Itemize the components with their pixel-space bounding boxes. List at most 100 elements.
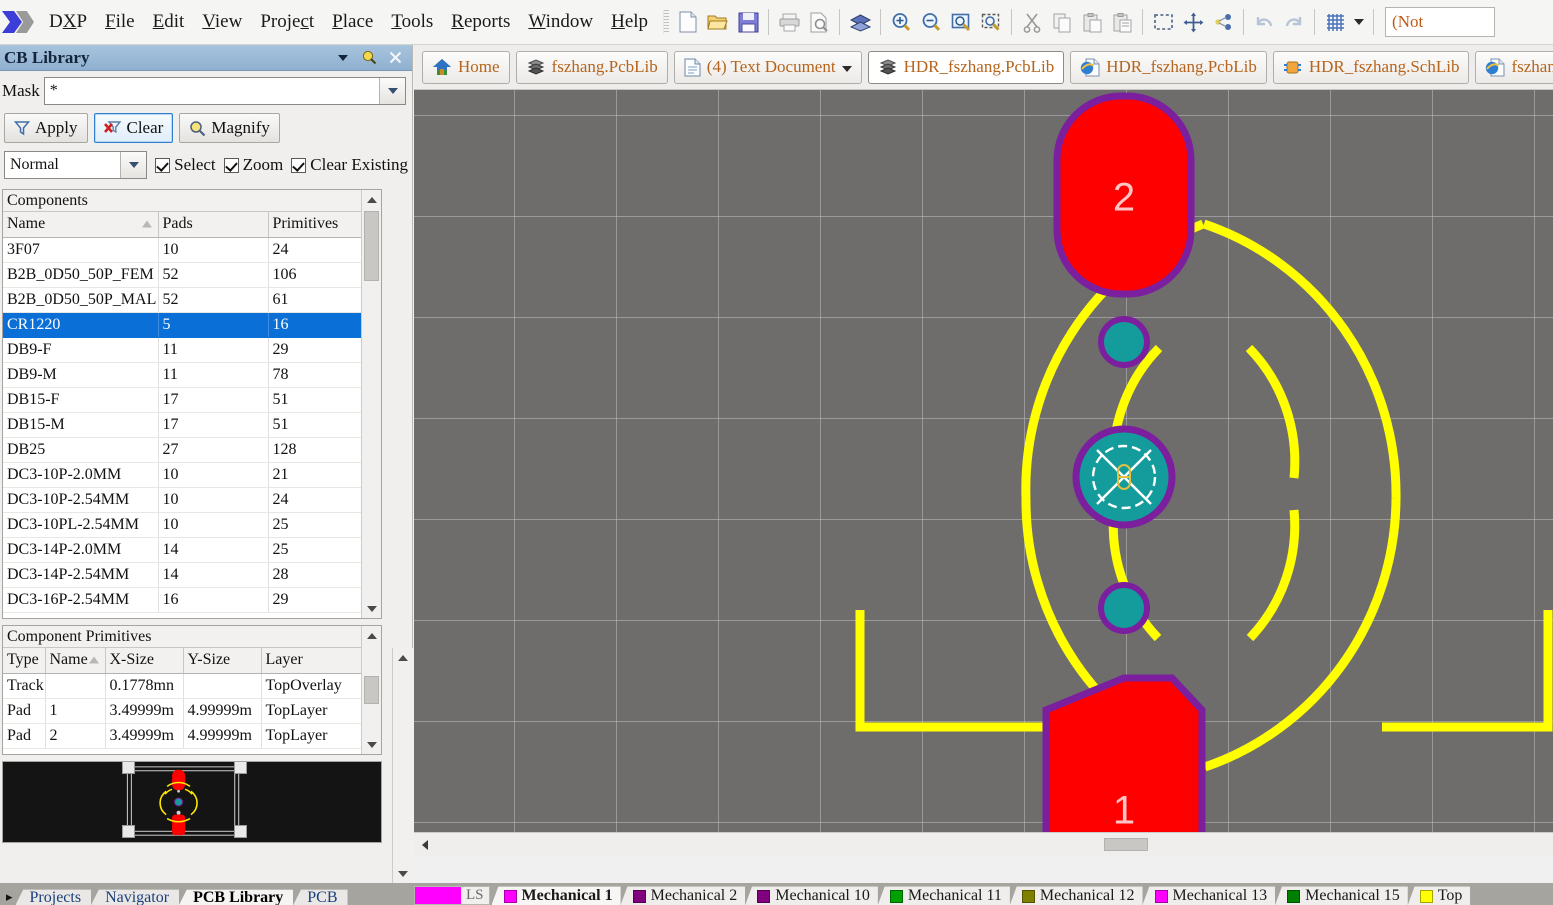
table-row[interactable]: DC3-16P-2.54MM 16 29 <box>3 587 381 613</box>
menu-item-help[interactable]: Help <box>602 7 657 37</box>
copy-icon[interactable] <box>1047 7 1077 37</box>
menu-item-reports[interactable]: Reports <box>442 7 519 37</box>
menu-item-view[interactable]: View <box>193 7 251 37</box>
table-row[interactable]: DB15-M 17 51 <box>3 412 381 438</box>
canvas-horizontal-scrollbar[interactable] <box>414 832 1553 856</box>
table-row[interactable]: B2B_0D50_50P_MAL 52 61 <box>3 287 381 313</box>
mask-input[interactable]: * <box>43 77 406 105</box>
column-header-name[interactable]: Name <box>3 212 159 238</box>
document-tab-2[interactable]: (4) Text Document <box>673 50 862 84</box>
document-tab-6[interactable]: fszhan <box>1475 50 1553 84</box>
panel-tab-pcb[interactable]: PCB <box>293 889 348 905</box>
select-area-icon[interactable] <box>1148 7 1178 37</box>
table-row[interactable]: Pad 1 3.49999m 4.99999m TopLayer <box>3 698 381 724</box>
table-row[interactable]: Pad 2 3.49999m 4.99999m TopLayer <box>3 723 381 749</box>
menu-item-dxp[interactable]: DXP <box>40 7 96 37</box>
align-icon[interactable] <box>1208 7 1238 37</box>
cut-icon[interactable] <box>1017 7 1047 37</box>
menu-item-tools[interactable]: Tools <box>382 7 442 37</box>
clear-button[interactable]: Clear <box>93 113 174 143</box>
scroll-thumb[interactable] <box>364 211 379 281</box>
column-header-type[interactable]: Type <box>3 648 46 674</box>
table-row[interactable]: CR1220 5 16 <box>3 312 381 338</box>
layer-tab-mechanical-12[interactable]: Mechanical 12 <box>1009 886 1143 905</box>
scroll-track[interactable] <box>362 281 382 599</box>
resize-handle[interactable] <box>234 762 247 774</box>
layer-tab-mechanical-11[interactable]: Mechanical 11 <box>877 886 1010 905</box>
scroll-thumb[interactable] <box>1104 838 1148 851</box>
new-document-icon[interactable] <box>673 7 703 37</box>
column-header-name[interactable]: Name <box>45 648 106 674</box>
status-combo[interactable]: (Not <box>1385 7 1496 37</box>
layer-tab-mechanical-15[interactable]: Mechanical 15 <box>1275 886 1408 905</box>
undo-icon[interactable] <box>1249 7 1279 37</box>
panel-tab-pcb-library[interactable]: PCB Library <box>179 889 294 905</box>
column-header-y-size[interactable]: Y-Size <box>183 648 262 674</box>
table-row[interactable]: DB9-M 11 78 <box>3 362 381 388</box>
scroll-thumb[interactable] <box>364 676 379 704</box>
apply-button[interactable]: Apply <box>4 113 88 143</box>
via-bottom[interactable] <box>1098 582 1150 634</box>
column-header-x-size[interactable]: X-Size <box>105 648 184 674</box>
zoom-in-icon[interactable] <box>886 7 916 37</box>
primitives-scrollbar[interactable] <box>361 626 381 754</box>
table-row[interactable]: DC3-10P-2.54MM 10 24 <box>3 487 381 513</box>
zoom-checkbox[interactable]: Zoom <box>223 155 283 175</box>
via-top[interactable] <box>1098 316 1150 368</box>
redo-icon[interactable] <box>1279 7 1309 37</box>
table-row[interactable]: DB25 27 128 <box>3 437 381 463</box>
table-row[interactable]: DC3-14P-2.54MM 14 28 <box>3 562 381 588</box>
resize-handle[interactable] <box>234 825 247 838</box>
scroll-track[interactable] <box>393 667 413 864</box>
menu-item-file[interactable]: File <box>96 7 144 37</box>
menu-item-project[interactable]: Project <box>251 7 323 37</box>
layer-tab-mechanical-1[interactable]: Mechanical 1 <box>491 886 621 905</box>
magnify-button[interactable]: Magnify <box>179 113 280 143</box>
chevron-down-icon[interactable] <box>120 152 147 178</box>
components-header-row[interactable]: Name Pads Primitives <box>3 212 381 238</box>
table-row[interactable]: Track 0.1778mn TopOverlay <box>3 673 381 699</box>
document-tab-3[interactable]: HDR_fszhang.PcbLib <box>867 50 1065 84</box>
menu-item-place[interactable]: Place <box>323 7 382 37</box>
scroll-left-button[interactable] <box>414 834 436 856</box>
resize-handle[interactable] <box>122 825 135 838</box>
scroll-up-button[interactable] <box>393 648 413 667</box>
document-tab-1[interactable]: fszhang.PcbLib <box>515 50 668 84</box>
scroll-track[interactable] <box>362 645 382 676</box>
panel-nav-arrow-icon[interactable]: ▸ <box>4 889 16 905</box>
scroll-down-button[interactable] <box>361 599 381 618</box>
table-row[interactable]: DC3-10PL-2.54MM 10 25 <box>3 512 381 538</box>
document-tab-4[interactable]: HDR_fszhang.PcbLib <box>1070 50 1267 84</box>
move-icon[interactable] <box>1178 7 1208 37</box>
paste-icon[interactable] <box>1077 7 1107 37</box>
table-row[interactable]: DB15-F 17 51 <box>3 387 381 413</box>
paste-special-icon[interactable] <box>1107 7 1137 37</box>
zoom-area-icon[interactable] <box>976 7 1006 37</box>
table-row[interactable]: DB9-F 11 29 <box>3 337 381 363</box>
collapse-chevron-icon[interactable] <box>330 47 356 69</box>
column-header-pads[interactable]: Pads <box>158 212 269 238</box>
zoom-out-icon[interactable] <box>916 7 946 37</box>
panel-outer-scrollbar[interactable] <box>392 648 413 883</box>
scroll-track[interactable] <box>362 704 382 735</box>
layer-tab-mechanical-10[interactable]: Mechanical 10 <box>745 886 878 905</box>
zoom-fit-icon[interactable] <box>946 7 976 37</box>
table-row[interactable]: B2B_0D50_50P_FEM 52 106 <box>3 262 381 288</box>
table-row[interactable]: DC3-14P-2.0MM 14 25 <box>3 537 381 563</box>
board-layers-icon[interactable] <box>845 7 875 37</box>
grid-icon[interactable] <box>1320 7 1350 37</box>
table-row[interactable]: DC3-10P-2.0MM 10 21 <box>3 462 381 488</box>
chevron-down-icon[interactable] <box>841 57 852 77</box>
panel-tab-projects[interactable]: Projects <box>15 889 92 905</box>
print-preview-icon[interactable] <box>804 7 834 37</box>
print-icon[interactable] <box>774 7 804 37</box>
components-scrollbar[interactable] <box>361 190 381 618</box>
menu-item-window[interactable]: Window <box>519 7 602 37</box>
panel-tab-navigator[interactable]: Navigator <box>91 889 180 905</box>
clear-existing-checkbox[interactable]: Clear Existing <box>291 155 408 175</box>
menu-item-edit[interactable]: Edit <box>144 7 194 37</box>
layer-tab-mechanical-2[interactable]: Mechanical 2 <box>620 886 746 905</box>
resize-handle[interactable] <box>122 762 135 774</box>
document-tab-5[interactable]: HDR_fszhang.SchLib <box>1272 50 1470 84</box>
open-folder-icon[interactable] <box>703 7 733 37</box>
